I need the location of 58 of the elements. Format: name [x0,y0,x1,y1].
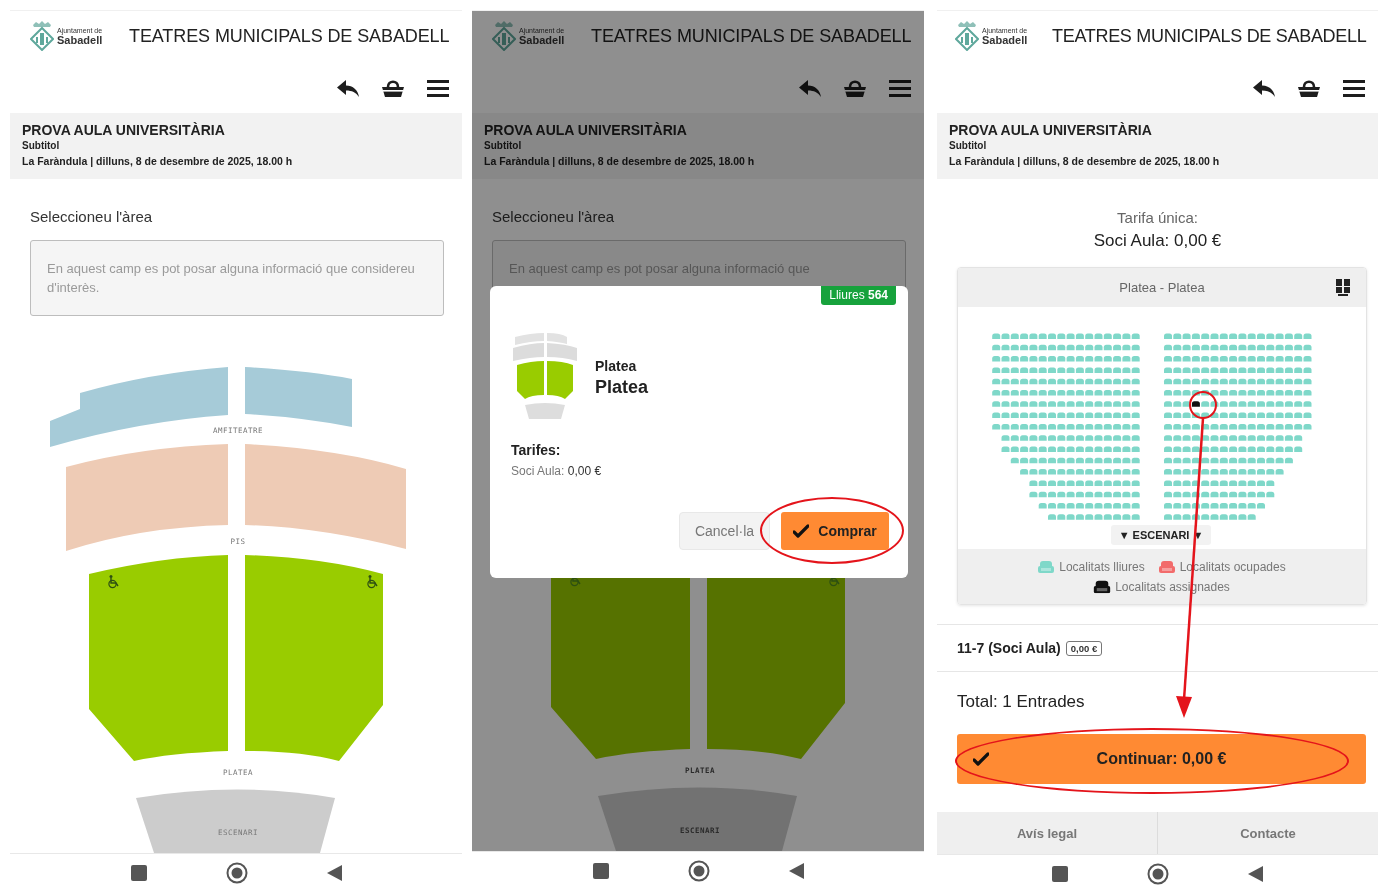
logo-name: Sabadell [519,34,565,46]
cancel-button[interactable]: Cancel·la [679,512,770,550]
reply-arrow-icon[interactable] [1252,77,1276,99]
crest-icon [955,21,979,51]
price-tag: 0,00 € [1065,640,1103,656]
event-subtitle: Subtitol [949,139,988,153]
recents-button[interactable] [591,862,610,880]
total-text: Total: 1 Entrades [956,691,1086,713]
event-title: PROVA AULA UNIVERSITÀRIA [484,121,688,139]
event-title: PROVA AULA UNIVERSITÀRIA [22,121,226,139]
event-subtitle: Subtitol [484,139,523,153]
event-details: La Faràndula | dilluns, 8 de desembre de 2025, 18.00 h [22,154,294,169]
crest-icon [30,21,54,51]
back-button[interactable] [787,862,805,880]
continue-button[interactable]: Continuar: 0,00 € [957,734,1366,784]
crest-icon [492,21,516,51]
event-title: PROVA AULA UNIVERSITÀRIA [949,121,1153,139]
menu-icon[interactable] [1342,77,1366,99]
back-button[interactable] [1247,865,1264,883]
check-icon [973,752,989,766]
home-button[interactable] [225,862,248,884]
area-subtitle: Platea [595,376,649,399]
legend-label: Localitats lliures [1059,559,1145,574]
home-button[interactable] [687,860,710,882]
layout-icon[interactable] [1336,279,1350,296]
footer-link[interactable]: Avís legal [937,812,1157,854]
logo-name: Sabadell [57,34,103,46]
home-button[interactable] [1147,863,1169,885]
recents-button[interactable] [1051,865,1069,883]
recents-button[interactable] [129,864,148,882]
event-details: La Faràndula | dilluns, 8 de desembre de 2025, 18.00 h [484,154,756,169]
availability-badge: Lliures 564 [821,286,896,305]
menu-icon[interactable] [888,77,912,99]
reply-arrow-icon[interactable] [336,77,360,99]
event-details: La Faràndula | dilluns, 8 de desembre de 2025, 18.00 h [949,154,1221,169]
event-subtitle: Subtitol [22,139,61,153]
tariff-label: Tarifa única: [1116,209,1199,227]
annotation-ellipse [1189,391,1217,419]
reply-arrow-icon[interactable] [798,77,822,99]
site-title: TEATRES MUNICIPALS DE SABADELL [1052,25,1367,47]
section-heading: Seleccioneu l'àrea [491,207,616,227]
tariff-price: Soci Aula: 0,00 € [1092,230,1223,252]
buy-button[interactable]: Comprar [781,512,889,550]
logo-name: Sabadell [982,34,1028,46]
ticket-seat: 11-7 (Soci Aula) [957,640,1061,656]
back-button[interactable] [325,864,343,882]
rates-heading: Tarifes: [511,441,562,459]
wheelchair-icon [108,575,119,589]
info-note: En aquest camp es pot posar alguna informació que considereu d'interès. [30,240,444,316]
area-title: Platea [595,357,638,375]
menu-icon[interactable] [426,77,450,99]
rate-text: Soci Aula: 0,00 € [511,463,603,480]
check-icon [793,524,810,538]
card-title: Platea - Platea [1119,280,1205,295]
section-heading: Seleccioneu l'àrea [29,207,154,227]
site-title: TEATRES MUNICIPALS DE SABADELL [591,25,912,47]
wheelchair-icon [367,575,378,589]
site-title: TEATRES MUNICIPALS DE SABADELL [129,25,450,47]
